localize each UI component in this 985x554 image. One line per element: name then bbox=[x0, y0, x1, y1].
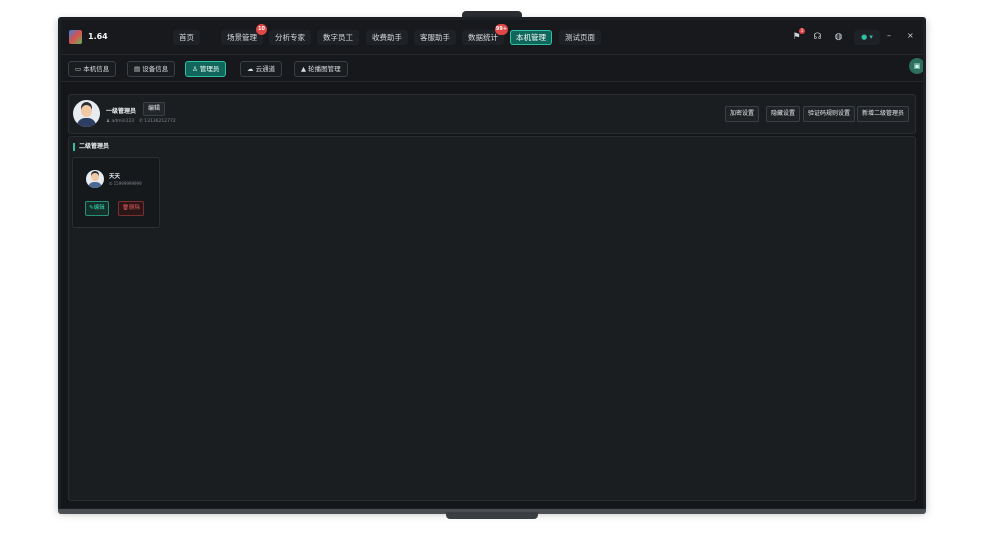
message-badge: 1 bbox=[799, 28, 805, 34]
admin-role: 一级管理员 bbox=[106, 108, 137, 115]
nav-badge: 99+ bbox=[495, 24, 508, 35]
nav-scene-management[interactable]: 场景管理 10 bbox=[221, 24, 267, 45]
sub-navigation-bar: ▭ 本机信息 ▤ 设备信息 ♙ 管理员 ☁ 云通道 ▲ 轮播图管理 ▣ bbox=[61, 55, 923, 82]
cloud-icon: ☁ bbox=[247, 65, 254, 73]
monitor-icon: ▭ bbox=[75, 65, 82, 73]
add-secondary-admin-button[interactable]: 新增二级管理员 bbox=[857, 106, 910, 122]
chat-icon[interactable]: ▣ bbox=[909, 58, 923, 74]
hide-settings-button[interactable]: 隐藏设置 bbox=[766, 106, 801, 122]
avatar bbox=[86, 170, 104, 188]
subtab-cloud-channel[interactable]: ☁ 云通道 bbox=[240, 61, 283, 77]
user-icon: ♙ bbox=[192, 65, 198, 73]
tv-stand bbox=[446, 512, 538, 519]
primary-admin-card: 一级管理员 编辑 ♟ admin123 ✆ 13136212772 加密设置 隐… bbox=[68, 94, 916, 134]
encryption-settings-button[interactable]: 加密设置 bbox=[725, 106, 760, 122]
admin-phone: ✆ 15999999999 bbox=[109, 181, 142, 186]
close-button[interactable]: × bbox=[907, 31, 914, 40]
phone-icon: ✆ bbox=[139, 119, 143, 124]
subtab-administrators[interactable]: ♙ 管理员 bbox=[185, 61, 227, 77]
nav-badge: 10 bbox=[256, 24, 267, 35]
subtab-device-info[interactable]: ▤ 设备信息 bbox=[127, 61, 176, 77]
image-icon: ▲ bbox=[301, 65, 306, 73]
user-icon: ♟ bbox=[106, 119, 111, 124]
top-navigation-bar: 1.64 首页 场景管理 10 分析专家 数字员工 收费助手 客服助手 数据统计 9… bbox=[61, 20, 923, 55]
phone-icon: ✆ bbox=[109, 181, 113, 186]
nav-home[interactable]: 首页 bbox=[173, 30, 200, 45]
nav-billing-assistant[interactable]: 收费助手 bbox=[366, 30, 408, 45]
minimize-button[interactable]: – bbox=[887, 31, 891, 40]
edit-profile-button[interactable]: 编辑 bbox=[143, 102, 166, 116]
chevron-down-icon: ▾ bbox=[869, 33, 873, 41]
admin-username: ♟ admin123 bbox=[106, 119, 135, 124]
admin-card: 天天 ✆ 15999999999 ✎编辑 🗑删除 bbox=[72, 157, 160, 228]
tv-frame: 1.64 首页 场景管理 10 分析专家 数字员工 收费助手 客服助手 数据统计 9… bbox=[58, 17, 926, 511]
nav-analysis-expert[interactable]: 分析专家 bbox=[269, 30, 311, 45]
app-screen: 1.64 首页 场景管理 10 分析专家 数字员工 收费助手 客服助手 数据统计 9… bbox=[61, 20, 923, 508]
app-logo bbox=[69, 30, 82, 44]
nav-digital-staff[interactable]: 数字员工 bbox=[317, 30, 359, 45]
nav-test-page[interactable]: 测试页面 bbox=[559, 30, 601, 45]
message-icon[interactable]: ⚑ 1 bbox=[791, 28, 805, 43]
nav-local-management[interactable]: 本机管理 bbox=[510, 30, 552, 45]
app-version: 1.64 bbox=[88, 32, 108, 41]
trash-icon: 🗑 bbox=[122, 205, 129, 211]
nav-service-assistant[interactable]: 客服助手 bbox=[414, 30, 456, 45]
secondary-admin-panel: 二级管理员 天天 ✆ 15999999999 ✎编辑 🗑删除 bbox=[68, 136, 916, 501]
captcha-rule-settings-button[interactable]: 验证码规则设置 bbox=[803, 106, 856, 122]
avatar bbox=[73, 100, 100, 127]
device-icon: ▤ bbox=[134, 65, 141, 73]
headset-icon[interactable]: ☊ bbox=[812, 32, 823, 43]
globe-icon[interactable]: ◍ bbox=[833, 32, 844, 43]
user-icon: ● bbox=[861, 33, 868, 41]
delete-admin-button[interactable]: 🗑删除 bbox=[118, 201, 144, 216]
nav-statistics[interactable]: 数据统计 99+ bbox=[462, 24, 508, 45]
edit-admin-button[interactable]: ✎编辑 bbox=[85, 201, 109, 216]
subtab-local-info[interactable]: ▭ 本机信息 bbox=[68, 61, 117, 77]
section-title: 二级管理员 bbox=[73, 143, 109, 151]
admin-phone: ✆ 13136212772 bbox=[139, 119, 176, 124]
user-menu-button[interactable]: ● ▾ bbox=[854, 30, 880, 45]
subtab-carousel-management[interactable]: ▲ 轮播图管理 bbox=[294, 61, 348, 77]
admin-name: 天天 bbox=[109, 174, 121, 180]
